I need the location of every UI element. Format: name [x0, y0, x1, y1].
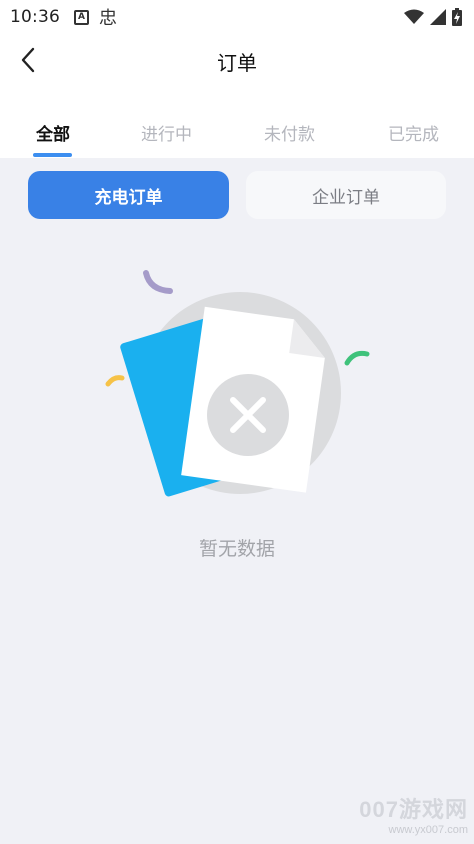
battery-icon	[452, 8, 462, 26]
active-tab-indicator	[33, 153, 72, 157]
confetti-purple	[143, 270, 173, 294]
enterprise-orders-button[interactable]: 企业订单	[246, 171, 446, 219]
empty-document-icon	[105, 270, 370, 497]
header: 订单 全部 进行中 未付款 已完成	[0, 34, 474, 158]
status-time: 10:36	[10, 7, 60, 27]
app-notification-icon: A	[74, 9, 89, 25]
page-title: 订单	[217, 51, 257, 75]
tab-all[interactable]: 全部	[36, 120, 70, 145]
order-status-tabs: 全部 进行中 未付款 已完成	[0, 120, 474, 158]
watermark-url: www.yx007.com	[388, 824, 468, 836]
charging-orders-button[interactable]: 充电订单	[28, 171, 229, 219]
confetti-green	[344, 350, 370, 366]
tab-unpaid[interactable]: 未付款	[264, 120, 315, 145]
watermark-main: 007游戏网	[359, 797, 468, 822]
wifi-icon	[404, 9, 424, 24]
tab-completed[interactable]: 已完成	[388, 120, 439, 145]
tab-in-progress[interactable]: 进行中	[141, 120, 192, 145]
watermark: 007游戏网 www.yx007.com	[359, 792, 468, 836]
empty-state-message: 暂无数据	[198, 538, 275, 560]
status-icons	[404, 8, 462, 26]
confetti-yellow	[105, 375, 125, 387]
signal-icon	[430, 9, 446, 25]
app-notification-icon-2: 忠	[99, 8, 117, 29]
status-bar: 10:36 A 忠	[0, 0, 474, 34]
